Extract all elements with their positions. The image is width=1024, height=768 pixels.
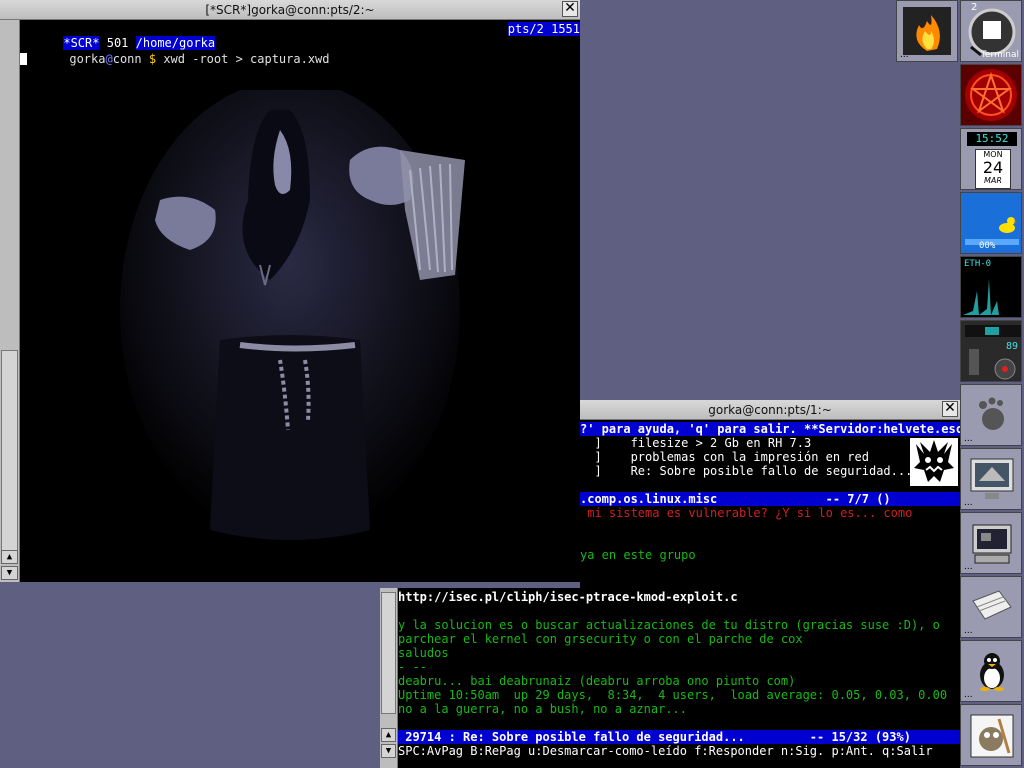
computer-icon[interactable]: ...	[960, 512, 1022, 574]
scroll-up-icon[interactable]: ▲	[1, 550, 18, 564]
scroll-down-icon[interactable]: ▼	[381, 744, 396, 758]
shell-prompt-line: gorka@conn $ xwd -root > captura.xwd	[69, 52, 330, 66]
shell-command: xwd -root > captura.xwd	[163, 52, 330, 66]
prompt-symbol: $	[148, 52, 157, 66]
prompt-host: conn	[112, 52, 142, 66]
monitor-settings-icon[interactable]: ...	[960, 448, 1022, 510]
window-title: gorka@conn:pts/1:~	[708, 402, 832, 417]
tux-icon[interactable]: ...	[960, 640, 1022, 702]
terminal-label: Terminal	[980, 50, 1019, 60]
window-title: [*SCR*]gorka@conn:pts/2:~	[205, 2, 375, 17]
thread-item[interactable]: ] Re: Sobre posible fallo de seguridad..…	[580, 464, 912, 478]
net-label: ETH-0	[964, 259, 992, 269]
demon-ascii-logo	[910, 438, 958, 486]
body-line: - --	[398, 660, 427, 674]
duck-monitor-icon: 00%	[960, 192, 1022, 254]
calendar-page: MON 24 MAR	[975, 149, 1011, 189]
thread-item[interactable]: ] problemas con la impresión en red	[580, 450, 912, 464]
screen-status-right: pts/2 1551	[507, 22, 580, 36]
newsreader-thread-pane[interactable]: ?' para ayuda, 'q' para salir. **Servido…	[580, 420, 960, 588]
article-url[interactable]: http://isec.pl/cliph/isec-ptrace-kmod-ex…	[398, 590, 738, 604]
scrollbar-thumb[interactable]	[381, 592, 396, 714]
clock-month: MAR	[984, 176, 1002, 185]
pentagram-dockapp-icon[interactable]: ...	[960, 64, 1022, 126]
dock-bar: ... 2 Terminal ... 15:52 MON 24 MAR 00% …	[896, 0, 1024, 768]
window-titlebar[interactable]: gorka@conn:pts/1:~ ✕	[580, 400, 960, 420]
clock-dockapp-icon: 15:52 MON 24 MAR	[960, 128, 1022, 190]
close-icon[interactable]: ✕	[942, 401, 958, 417]
scroll-down-icon[interactable]: ▼	[1, 566, 18, 580]
scroll-up-icon[interactable]: ▲	[381, 728, 396, 742]
body-line: deabru... bai deabrunaiz (deabru arroba …	[398, 674, 796, 688]
gnome-foot-icon[interactable]: ...	[960, 384, 1022, 446]
body-line: Uptime 10:50am up 29 days, 8:34, 4 users…	[398, 688, 948, 702]
body-line: y la solucion es o buscar actualizacione…	[398, 618, 940, 632]
window-titlebar[interactable]: [*SCR*]gorka@conn:pts/2:~ ✕	[0, 0, 580, 20]
gimp-icon[interactable]	[960, 704, 1022, 766]
article-body: y la solucion es o buscar actualizacione…	[398, 618, 947, 716]
clock-day: 24	[982, 158, 1004, 177]
scrollbar-thumb[interactable]	[1, 350, 18, 564]
terminal-scrollbar[interactable]: ▲ ▼	[0, 20, 20, 582]
clock-time: 15:52	[967, 132, 1017, 146]
office-writer-icon[interactable]: ...	[960, 576, 1022, 638]
newsreader-article-pane[interactable]: http://isec.pl/cliph/isec-ptrace-kmod-ex…	[398, 588, 960, 768]
help-line: ?' para ayuda, 'q' para salir. **Servido…	[580, 422, 960, 436]
body-line: saludos	[398, 646, 449, 660]
group-status-line: .comp.os.linux.misc -- 7/7 ()	[580, 492, 960, 506]
keys-help-bar: SPC:AvPag B:RePag u:Desmarcar-como-leído…	[398, 744, 960, 758]
quoted-line: mi sistema es vulnerable? ¿Y si lo es...…	[580, 506, 913, 520]
terminal-scrollbar[interactable]: ▲ ▼	[380, 588, 398, 768]
storage-percent: 00%	[979, 241, 996, 251]
body-line: parchear el kernel con grsecurity o con …	[398, 632, 803, 646]
mixer-dockapp-icon[interactable]: 89	[960, 320, 1022, 382]
text-cursor	[20, 53, 27, 65]
fire-app-icon[interactable]: ...	[896, 0, 958, 62]
prompt-user: gorka	[69, 52, 106, 66]
terminal-app-icon[interactable]: 2 Terminal	[960, 0, 1022, 62]
screen-status-line: *SCR* 501 /home/gorka pts/2 1551	[20, 22, 580, 50]
terminal-window-pts1[interactable]: gorka@conn:pts/1:~ ✕ ▲ ▼ ?' para ayuda, …	[380, 400, 960, 768]
article-status-line: 29714 : Re: Sobre posible fallo de segur…	[398, 730, 960, 744]
network-monitor-icon: ETH-0	[960, 256, 1022, 318]
body-line: no a la guerra, no a bush, no a aznar...	[398, 702, 687, 716]
close-icon[interactable]: ✕	[562, 1, 578, 17]
group-line: ya en este grupo	[580, 548, 696, 562]
thread-item[interactable]: ] filesize > 2 Gb en RH 7.3	[580, 436, 912, 450]
thread-list: ] filesize > 2 Gb en RH 7.3 ] problemas …	[580, 436, 912, 478]
